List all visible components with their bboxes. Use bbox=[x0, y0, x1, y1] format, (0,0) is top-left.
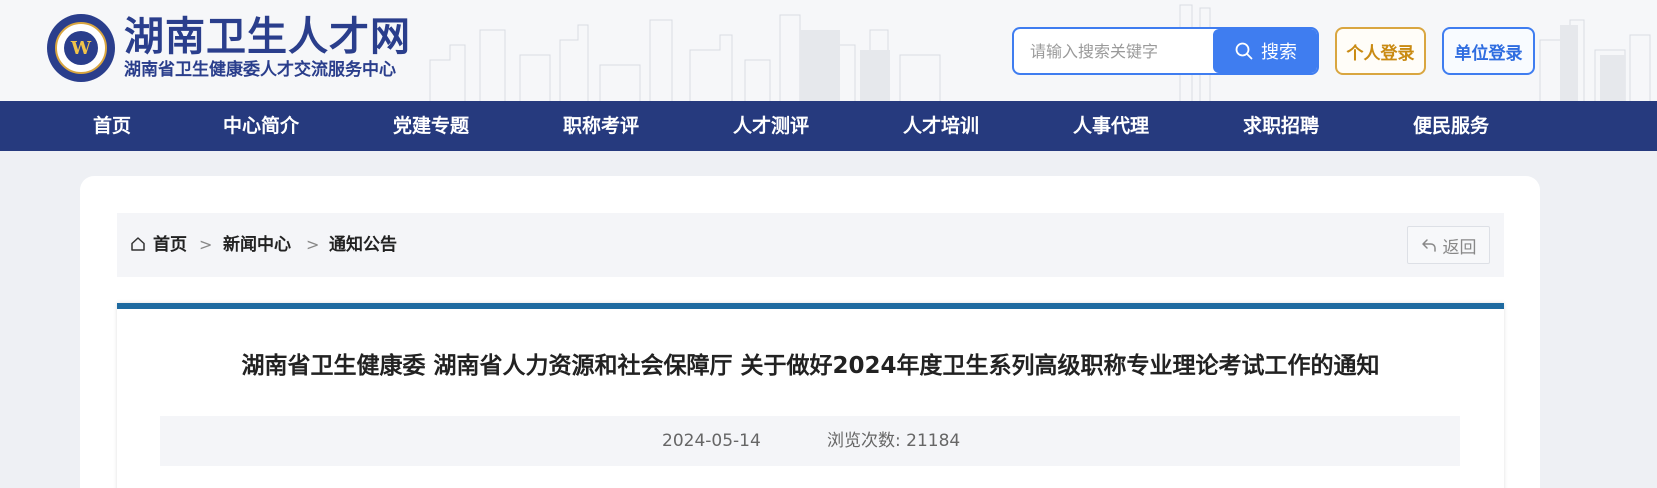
breadcrumb bbox=[117, 213, 1504, 277]
site-title[interactable]: 湖南卫生人才网 bbox=[124, 14, 411, 60]
site-subtitle: 湖南省卫生健康委人才交流服务中心 bbox=[124, 60, 396, 80]
search-icon bbox=[1235, 42, 1253, 60]
breadcrumb-news[interactable]: 新闻中心 bbox=[223, 213, 291, 277]
article-date: 2024-05-14 bbox=[662, 431, 761, 451]
back-button-label: 返回 bbox=[1442, 237, 1477, 258]
logo-mark-icon: W bbox=[64, 31, 98, 65]
unit-login-button[interactable]: 单位登录 bbox=[1442, 27, 1535, 75]
nav-item-party[interactable]: 党建专题 bbox=[393, 101, 469, 151]
breadcrumb-notices[interactable]: 通知公告 bbox=[329, 213, 397, 277]
article-meta-bar: 2024-05-14 浏览次数: 21184 bbox=[160, 416, 1460, 466]
main-nav: 首页 中心简介 党建专题 职称考评 人才测评 人才培训 人事代理 求职招聘 便民… bbox=[0, 101, 1657, 151]
site-header: W 湖南卫生人才网 湖南省卫生健康委人才交流服务中心 搜索 个人登录 单位登录 bbox=[0, 0, 1657, 101]
search-input[interactable] bbox=[1014, 29, 1212, 73]
back-arrow-icon bbox=[1421, 239, 1436, 252]
nav-item-talent-assessment[interactable]: 人才测评 bbox=[733, 101, 809, 151]
home-icon bbox=[131, 237, 145, 251]
search-button-label: 搜索 bbox=[1261, 42, 1297, 63]
article-view-count: 浏览次数: 21184 bbox=[827, 431, 961, 451]
breadcrumb-separator: > bbox=[306, 235, 320, 254]
search-button[interactable]: 搜索 bbox=[1213, 29, 1317, 73]
nav-item-personnel-agency[interactable]: 人事代理 bbox=[1073, 101, 1149, 151]
breadcrumb-home[interactable]: 首页 bbox=[153, 213, 187, 277]
search-box: 搜索 bbox=[1012, 27, 1319, 75]
nav-item-jobs[interactable]: 求职招聘 bbox=[1243, 101, 1319, 151]
nav-item-title-review[interactable]: 职称考评 bbox=[563, 101, 639, 151]
nav-item-services[interactable]: 便民服务 bbox=[1413, 101, 1489, 151]
nav-item-talent-training[interactable]: 人才培训 bbox=[903, 101, 979, 151]
back-button[interactable]: 返回 bbox=[1407, 226, 1490, 264]
nav-item-home[interactable]: 首页 bbox=[93, 101, 131, 151]
site-logo[interactable]: W bbox=[47, 14, 115, 82]
nav-item-about[interactable]: 中心简介 bbox=[223, 101, 299, 151]
logo-ring: W bbox=[55, 22, 107, 74]
article-title: 湖南省卫生健康委 湖南省人力资源和社会保障厅 关于做好2024年度卫生系列高级职… bbox=[241, 353, 1380, 379]
breadcrumb-separator: > bbox=[199, 235, 213, 254]
personal-login-button[interactable]: 个人登录 bbox=[1335, 27, 1426, 75]
